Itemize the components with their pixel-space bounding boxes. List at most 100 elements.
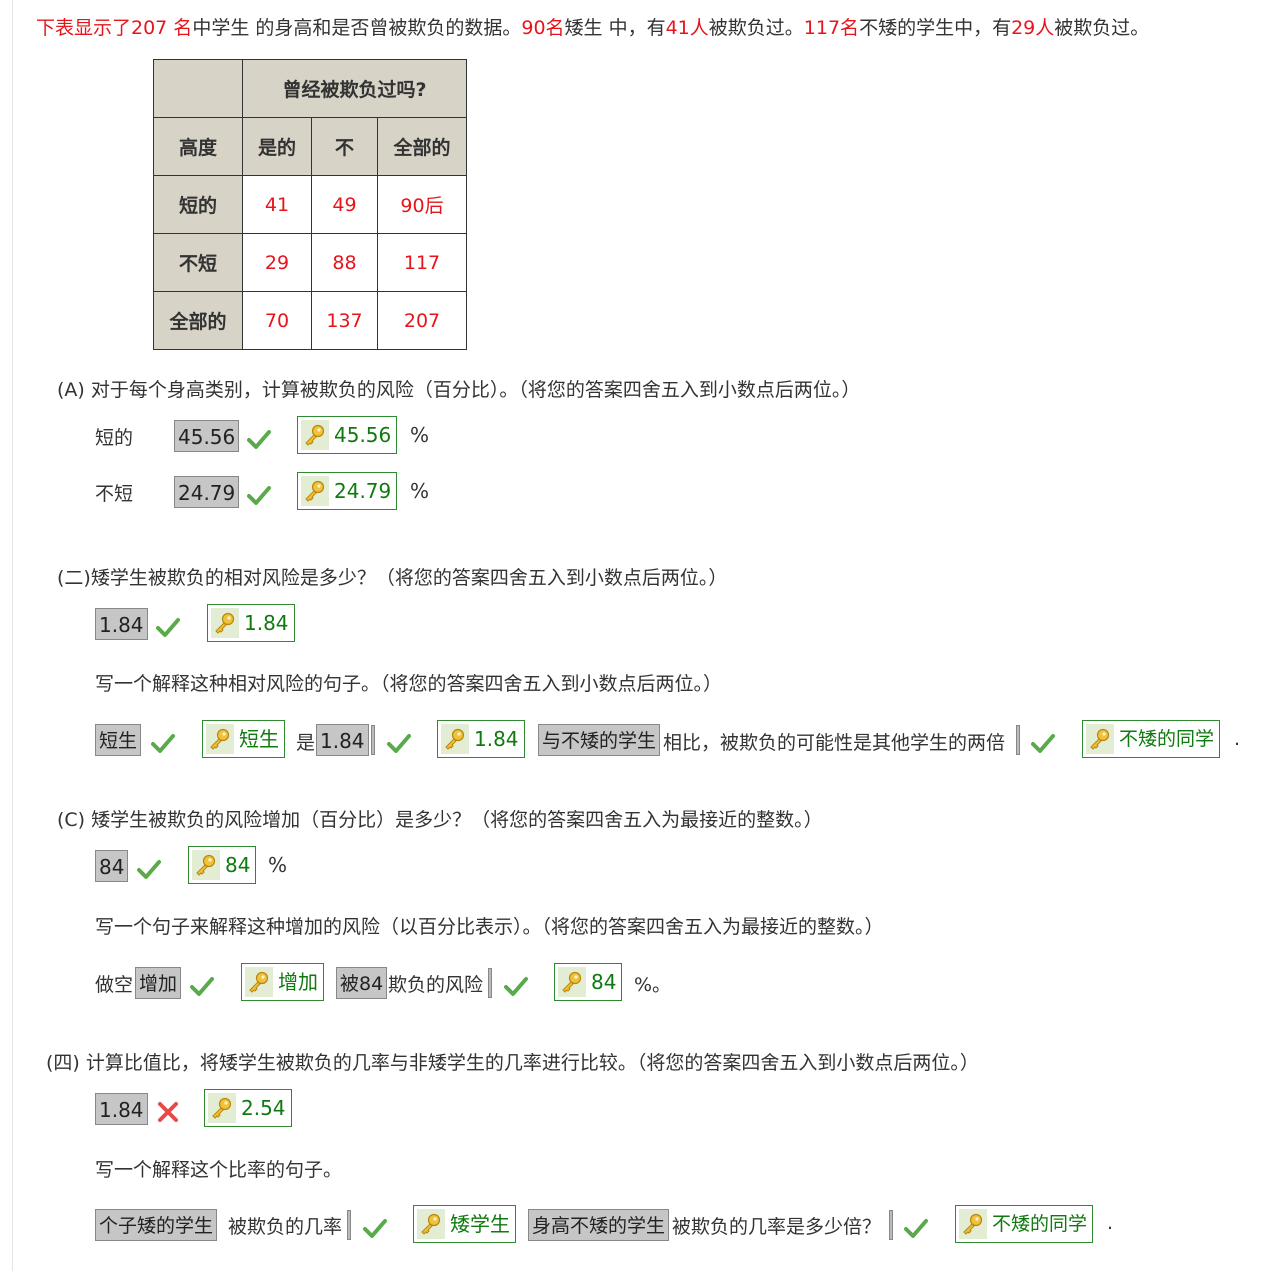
text-cursor bbox=[371, 725, 375, 755]
sentence-input-b3[interactable]: 与不矮的学生 bbox=[538, 724, 661, 756]
intro-text-part: 矮生 中，有 bbox=[564, 17, 666, 39]
cell-no: 49 bbox=[311, 175, 378, 234]
row-label: 全部的 bbox=[153, 291, 243, 350]
cell-total: 90后 bbox=[377, 175, 467, 234]
intro-text: 下表显示了207 名中学生 的身高和是否曾被欺负的数据。90名矮生 中，有41人… bbox=[36, 13, 1149, 40]
sentence-key-b3: 不矮的同学 bbox=[1082, 720, 1221, 758]
answer-input-increase[interactable]: 84 bbox=[95, 850, 129, 882]
intro-text-part: 被欺负过。 bbox=[1054, 17, 1150, 39]
correct-check-icon bbox=[156, 618, 180, 637]
sentence-end: . bbox=[1107, 1212, 1114, 1234]
table-row: 全部的 70 137 207 bbox=[153, 291, 467, 350]
row-label: 不短 bbox=[153, 233, 243, 292]
sentence-text: 欺负的风险 bbox=[388, 974, 484, 996]
key-value: 短生 bbox=[239, 727, 279, 751]
intro-text-part: 被欺负过。 bbox=[708, 17, 804, 39]
answer-input-rr[interactable]: 1.84 bbox=[95, 608, 148, 640]
cell-yes: 41 bbox=[242, 175, 312, 234]
table-header-no: 不 bbox=[311, 117, 378, 176]
sentence-key-c2: 84 bbox=[554, 963, 623, 1001]
key-value: 24.79 bbox=[334, 479, 392, 503]
table-group-header: 曾经被欺负过吗? bbox=[242, 59, 467, 118]
answer-key-increase: 84 bbox=[188, 846, 257, 884]
intro-text-part: 中学生 的身高和是否曾被欺负的数据。 bbox=[192, 17, 522, 39]
key-value: 84 bbox=[591, 970, 617, 994]
intro-highlight: 下表显示了207 名 bbox=[36, 17, 193, 39]
key-icon bbox=[417, 1209, 445, 1239]
correct-check-icon bbox=[190, 977, 214, 996]
sentence-end: %。 bbox=[634, 974, 672, 996]
intro-highlight: 29人 bbox=[1011, 17, 1055, 39]
intro-text-part: 不矮的学生中，有 bbox=[859, 17, 1012, 39]
key-icon bbox=[192, 850, 220, 880]
question-c: (C) 矮学生被欺负的风险增加（百分比）是多少？（将您的答案四舍五入为最接近的整… bbox=[57, 809, 823, 831]
sentence-input-c1[interactable]: 增加 bbox=[135, 967, 182, 999]
answer-input-odds[interactable]: 1.84 bbox=[95, 1093, 148, 1125]
correct-check-icon bbox=[387, 734, 411, 753]
sentence-input-d2[interactable]: 身高不矮的学生 bbox=[528, 1209, 670, 1241]
sentence-input-b2[interactable]: 1.84 bbox=[316, 724, 369, 756]
correct-check-icon bbox=[904, 1219, 928, 1238]
answer-key-odds: 2.54 bbox=[204, 1089, 292, 1127]
key-icon bbox=[1086, 724, 1114, 754]
question-a: (A) 对于每个身高类别，计算被欺负的风险（百分比）。（将您的答案四舍五入到小数… bbox=[57, 379, 861, 401]
key-value: 不矮的同学 bbox=[992, 1213, 1088, 1235]
key-icon bbox=[208, 1093, 236, 1123]
sentence-prompt-b: 写一个解释这种相对风险的句子。（将您的答案四舍五入到小数点后两位。） bbox=[95, 673, 723, 695]
sentence-input-d1[interactable]: 个子矮的学生 bbox=[95, 1209, 218, 1241]
contingency-table: 曾经被欺负过吗? 高度 是的 不 全部的 短的 41 49 90后 不短 29 … bbox=[153, 59, 467, 350]
sentence-text: 是 bbox=[296, 732, 316, 754]
intro-highlight: 90名 bbox=[521, 17, 565, 39]
key-icon bbox=[211, 608, 239, 638]
cell-no: 137 bbox=[311, 291, 378, 350]
short-label: 短的 bbox=[95, 427, 134, 449]
text-cursor bbox=[889, 1210, 893, 1240]
answer-input-notshort[interactable]: 24.79 bbox=[174, 476, 240, 508]
key-icon bbox=[558, 967, 586, 997]
answer-key-rr: 1.84 bbox=[207, 604, 295, 642]
key-value: 45.56 bbox=[334, 423, 392, 447]
correct-check-icon bbox=[504, 977, 528, 996]
key-value: 1.84 bbox=[474, 727, 519, 751]
correct-check-icon bbox=[137, 860, 161, 879]
key-value: 2.54 bbox=[241, 1096, 286, 1120]
cell-no: 88 bbox=[311, 233, 378, 292]
percent-unit: % bbox=[268, 853, 288, 877]
sentence-input-c2[interactable]: 被84 bbox=[336, 967, 388, 999]
sentence-key-c1: 增加 bbox=[241, 963, 324, 1001]
key-icon bbox=[301, 420, 329, 450]
intro-highlight: 41人 bbox=[665, 17, 709, 39]
table-header-total: 全部的 bbox=[377, 117, 467, 176]
table-header-yes: 是的 bbox=[242, 117, 312, 176]
correct-check-icon bbox=[1031, 734, 1055, 753]
cell-total: 207 bbox=[377, 291, 467, 350]
key-value: 1.84 bbox=[244, 611, 289, 635]
sentence-input-b1[interactable]: 短生 bbox=[95, 724, 142, 756]
key-value: 矮学生 bbox=[450, 1212, 510, 1236]
sentence-key-b2: 1.84 bbox=[437, 720, 525, 758]
cell-yes: 70 bbox=[242, 291, 312, 350]
question-b: (二)矮学生被欺负的相对风险是多少？（将您的答案四舍五入到小数点后两位。） bbox=[57, 567, 728, 589]
sentence-key-b1: 短生 bbox=[202, 720, 285, 758]
table-corner bbox=[153, 59, 243, 118]
correct-check-icon bbox=[151, 734, 175, 753]
cell-yes: 29 bbox=[242, 233, 312, 292]
sentence-end: . bbox=[1234, 728, 1241, 750]
sentence-text: 相比，被欺负的可能性是其他学生的两倍 bbox=[663, 732, 1006, 754]
correct-check-icon bbox=[247, 430, 271, 449]
sentence-prompt-c: 写一个句子来解释这种增加的风险（以百分比表示）。（将您的答案四舍五入为最接近的整… bbox=[95, 916, 884, 938]
table-row: 不短 29 88 117 bbox=[153, 233, 467, 292]
cell-total: 117 bbox=[377, 233, 467, 292]
key-icon bbox=[959, 1209, 987, 1239]
answer-input-short[interactable]: 45.56 bbox=[174, 420, 240, 452]
correct-check-icon bbox=[247, 486, 271, 505]
key-icon bbox=[245, 967, 273, 997]
percent-unit: % bbox=[410, 423, 430, 447]
wrong-cross-icon bbox=[158, 1102, 178, 1122]
row-label: 短的 bbox=[153, 175, 243, 234]
answer-key-short: 45.56 bbox=[297, 416, 398, 454]
sentence-text: 被欺负的几率 bbox=[228, 1216, 343, 1238]
key-value: 增加 bbox=[278, 970, 318, 994]
answer-key-notshort: 24.79 bbox=[297, 472, 398, 510]
table-row: 短的 41 49 90后 bbox=[153, 175, 467, 234]
